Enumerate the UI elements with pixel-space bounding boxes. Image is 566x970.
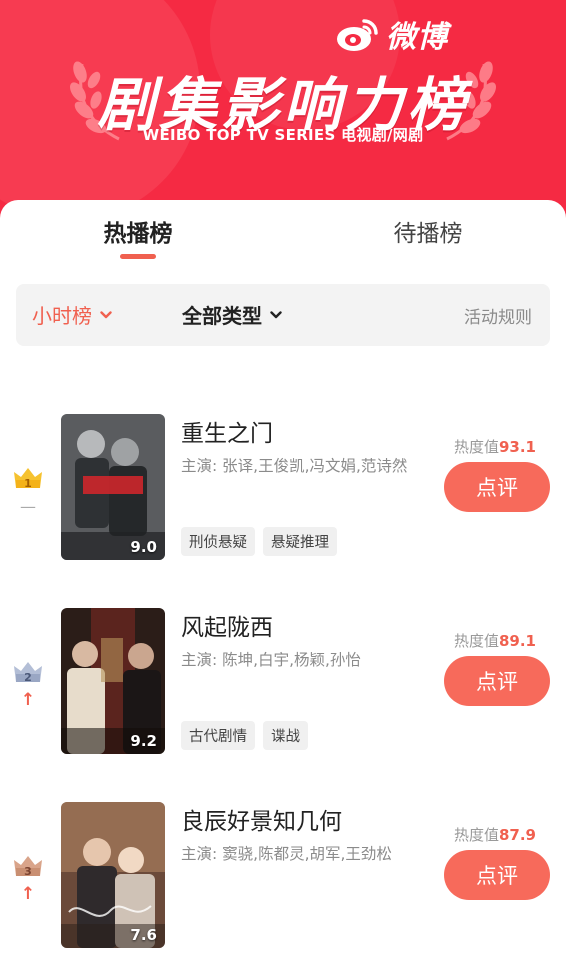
active-tab-indicator (120, 254, 156, 259)
filter-bar: 小时榜 全部类型 活动规则 (16, 284, 550, 346)
genre-tags: 古代剧情 谍战 (181, 721, 308, 750)
rank-badge: 3 (12, 854, 44, 878)
heat-value: 89.1 (498, 632, 536, 650)
heat-label: 热度值 (453, 632, 499, 650)
weibo-eye-icon (337, 19, 378, 51)
rank-number: 2 (24, 671, 32, 684)
rating-score: 9.2 (130, 732, 157, 750)
review-button[interactable]: 点评 (444, 850, 550, 900)
drama-title[interactable]: 良辰好景知几何 (181, 802, 342, 836)
poster-image[interactable]: 7.6 (61, 802, 165, 948)
heat-label: 热度值 (453, 826, 499, 844)
weibo-logo: 微博 (334, 12, 448, 56)
header-banner: 微博 剧集影响力榜 WEIBO TOP TV SERIES 电视剧/网剧 (0, 0, 566, 230)
poster-image[interactable]: 9.2 (61, 608, 165, 754)
genre-tags: 刑侦悬疑 悬疑推理 (181, 527, 337, 556)
heat-index: 热度值93.1 (454, 436, 536, 457)
arrow-up-icon: ↑ (20, 884, 36, 904)
heat-value: 93.1 (498, 438, 536, 456)
type-filter-dropdown[interactable]: 全部类型 (182, 300, 282, 329)
crown-icon: 2 (14, 662, 42, 684)
list-item[interactable]: 2 ↑ 9.2 风起陇西 主演: 陈坤,白宇,杨颖,孙怡 古代剧情 谍战 热度值… (0, 608, 566, 758)
genre-tag: 刑侦悬疑 (181, 527, 255, 556)
chevron-down-icon (100, 310, 112, 318)
review-button[interactable]: 点评 (444, 656, 550, 706)
cast-list: 主演: 陈坤,白宇,杨颖,孙怡 (181, 651, 361, 669)
genre-tag: 古代剧情 (181, 721, 255, 750)
time-filter-dropdown[interactable]: 小时榜 (32, 300, 112, 329)
cast-list: 主演: 张译,王俊凯,冯文娟,范诗然 (181, 457, 408, 475)
time-filter-label: 小时榜 (32, 304, 92, 328)
chevron-down-icon (270, 310, 282, 318)
rating-score: 7.6 (130, 926, 157, 944)
heat-value: 87.9 (498, 826, 536, 844)
genre-tag: 悬疑推理 (263, 527, 337, 556)
review-button[interactable]: 点评 (444, 462, 550, 512)
type-filter-label: 全部类型 (182, 304, 262, 328)
list-item[interactable]: 1 — 9.0 重生之门 主演: 张译,王俊凯,冯文娟,范诗然 刑侦悬疑 悬疑推… (0, 414, 566, 564)
crown-icon: 3 (14, 856, 42, 878)
arrow-up-icon: ↑ (20, 690, 36, 710)
rank-badge: 2 (12, 660, 44, 684)
tab-hot[interactable]: 热播榜 (58, 214, 218, 248)
heat-label: 热度值 (453, 438, 499, 456)
crown-icon: 1 (14, 468, 42, 490)
heat-index: 热度值89.1 (454, 630, 536, 651)
drama-title[interactable]: 风起陇西 (181, 608, 273, 642)
rank-badge: 1 (12, 466, 44, 490)
list-item[interactable]: 3 ↑ 7.6 良辰好景知几何 主演: 窦骁,陈都灵,胡军,王劲松 热度值87.… (0, 802, 566, 952)
flat-dash-icon: — (20, 497, 36, 516)
tab-upcoming[interactable]: 待播榜 (348, 214, 508, 248)
genre-tag: 谍战 (263, 721, 308, 750)
cast-list: 主演: 窦骁,陈都灵,胡军,王劲松 (181, 845, 392, 863)
drama-title[interactable]: 重生之门 (181, 414, 273, 448)
rank-number: 3 (24, 865, 32, 878)
poster-image[interactable]: 9.0 (61, 414, 165, 560)
page-subtitle: WEIBO TOP TV SERIES 电视剧/网剧 (142, 126, 424, 144)
heat-index: 热度值87.9 (454, 824, 536, 845)
rules-link[interactable]: 活动规则 (464, 303, 532, 328)
rank-number: 1 (24, 477, 32, 490)
rating-score: 9.0 (130, 538, 157, 556)
